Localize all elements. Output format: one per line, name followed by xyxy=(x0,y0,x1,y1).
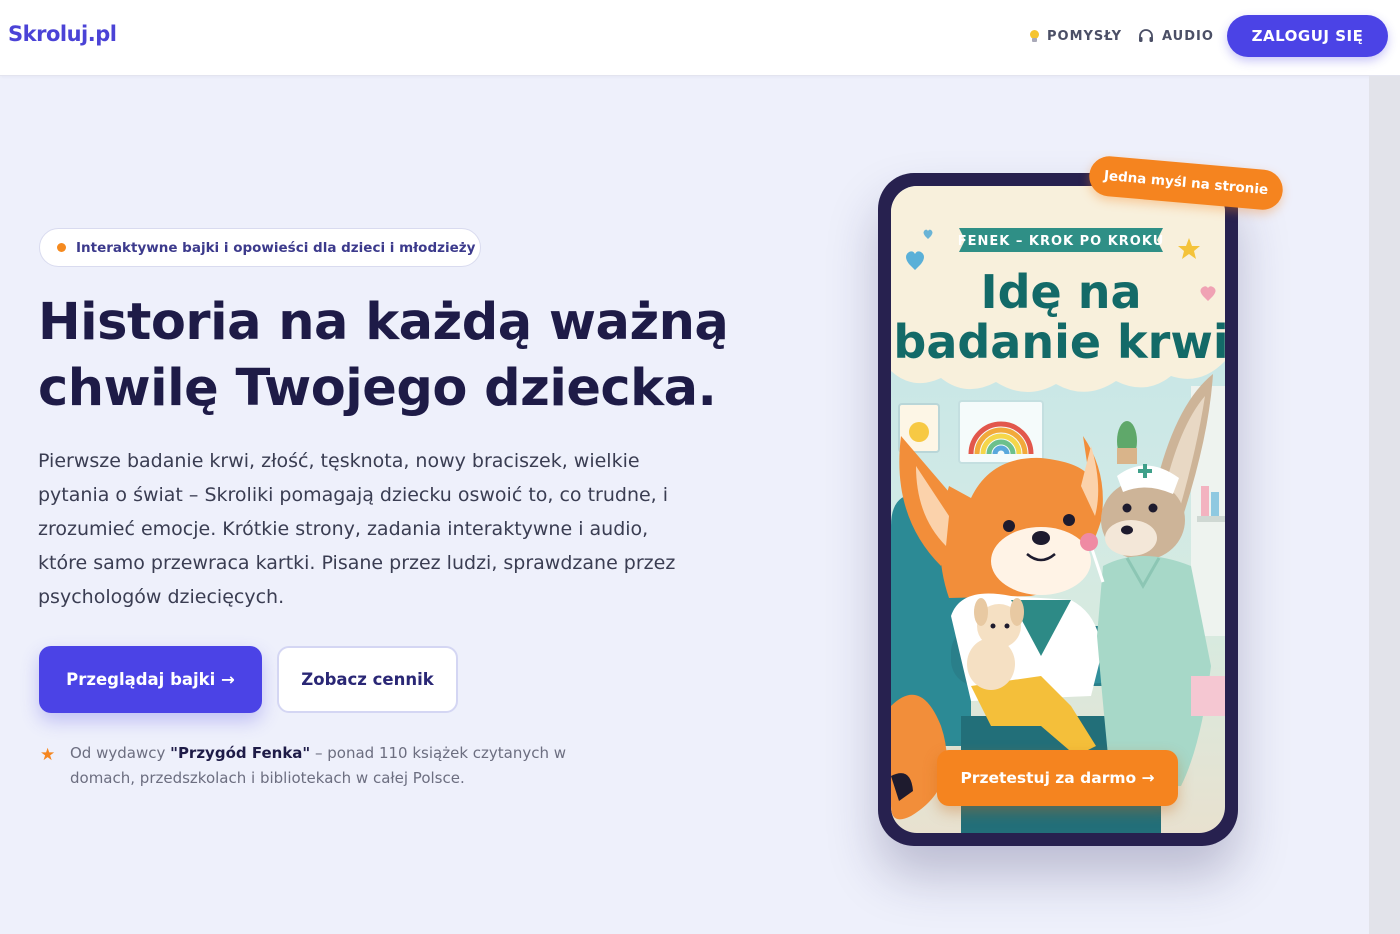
nav-link-ideas[interactable]: POMYSŁY xyxy=(1030,26,1122,46)
site-logo[interactable]: Skroluj.pl xyxy=(8,22,117,46)
book-cover-illustration[interactable]: FENEK – KROK PO KROKU Idę na badanie krw… xyxy=(891,186,1225,833)
badge-dot-icon xyxy=(57,243,66,252)
phone-mockup: FENEK – KROK PO KROKU Idę na badanie krw… xyxy=(878,173,1238,846)
headphones-icon xyxy=(1138,29,1154,43)
lightbulb-icon xyxy=(1030,29,1039,43)
scrollbar-track[interactable] xyxy=(1369,76,1400,934)
hero-description: Pierwsze badanie krwi, złość, tęsknota, … xyxy=(38,450,676,608)
cover-series-label: FENEK – KROK PO KROKU xyxy=(958,234,1165,249)
cover-title-line1: Idę na xyxy=(980,265,1141,319)
top-navigation-bar: Skroluj.pl POMYSŁY AUDIO ZALOGUJ SIĘ xyxy=(0,0,1400,76)
see-pricing-button[interactable]: Zobacz cennik xyxy=(277,646,458,713)
hero-title-line1: Historia na każdą ważną xyxy=(38,293,729,352)
publisher-name: "Przygód Fenka" xyxy=(170,744,311,762)
badge-text: Interaktywne bajki i opowieści dla dziec… xyxy=(76,239,476,256)
publisher-note: ★ Od wydawcy "Przygód Fenka" – ponad 110… xyxy=(40,741,600,791)
try-free-button[interactable]: Przetestuj za darmo → xyxy=(937,750,1178,806)
cover-title-line2: badanie krwi xyxy=(893,315,1225,369)
star-icon: ★ xyxy=(40,745,56,765)
hero-title: Historia na każdą ważną chwilę Twojego d… xyxy=(38,290,758,422)
nav-link-audio[interactable]: AUDIO xyxy=(1138,26,1214,46)
category-badge: Interaktywne bajki i opowieści dla dziec… xyxy=(39,228,481,267)
nav-link-audio-label: AUDIO xyxy=(1162,28,1214,44)
login-button[interactable]: ZALOGUJ SIĘ xyxy=(1227,15,1388,57)
publisher-text: Od wydawcy "Przygód Fenka" – ponad 110 k… xyxy=(40,741,600,791)
publisher-prefix: Od wydawcy xyxy=(70,744,171,762)
nav-link-ideas-label: POMYSŁY xyxy=(1047,28,1123,44)
browse-stories-button[interactable]: Przeglądaj bajki → xyxy=(39,646,262,713)
hero-title-line2: chwilę Twojego dziecka. xyxy=(38,359,717,418)
